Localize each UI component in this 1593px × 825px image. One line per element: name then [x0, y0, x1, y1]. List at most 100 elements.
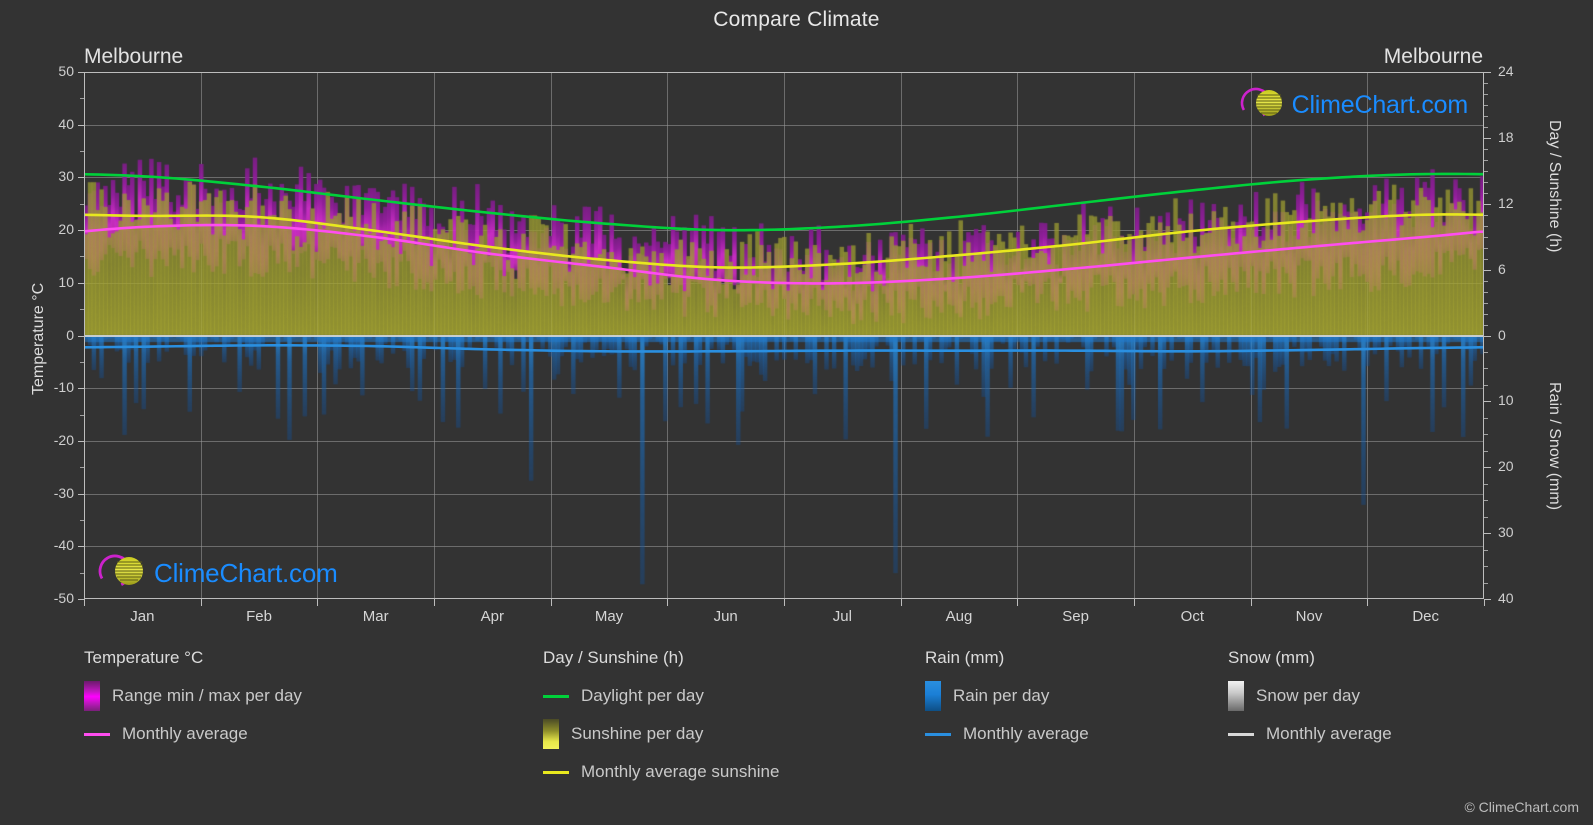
legend-line-swatch: [84, 732, 110, 736]
x-axis-tick-label: Sep: [1062, 608, 1090, 625]
right-axis-bottom-title: Rain / Snow (mm): [1546, 382, 1563, 511]
legend-item-label: Monthly average: [1266, 724, 1392, 743]
legend-item[interactable]: Monthly average: [925, 718, 1089, 750]
city-label-right: Melbourne: [1383, 45, 1483, 68]
right-axis-top-minor-tick: [1484, 324, 1488, 326]
zero-line: [84, 334, 1484, 337]
legend-item-label: Rain per day: [953, 686, 1050, 705]
legend-item[interactable]: Daylight per day: [543, 680, 779, 712]
right-axis-bottom-minor-tick: [1484, 351, 1488, 353]
chart-legend: Temperature °C Range min / max per day Mon…: [0, 648, 1593, 808]
legend-item[interactable]: Monthly average sunshine: [543, 756, 779, 788]
climechart-wordmark-top: ClimeChart.com: [1291, 91, 1469, 119]
climate-chart-page: Compare Climate Melbourne Melbourne Clim…: [0, 0, 1593, 825]
right-axis-top-minor-tick: [1484, 280, 1488, 282]
legend-item-label: Sunshine per day: [571, 724, 704, 743]
legend-item[interactable]: Monthly average: [1228, 718, 1392, 750]
x-axis-tick: [84, 599, 85, 606]
climechart-logo-bottom: ClimeChart.com: [96, 550, 338, 597]
x-axis-tick: [900, 599, 902, 606]
legend-group: Rain (mm) Rain per day Monthly average: [925, 648, 1089, 756]
legend-item-label: Snow per day: [1256, 686, 1360, 705]
x-axis-tick-label: Jan: [130, 608, 155, 625]
left-axis-tick-label: -10: [53, 379, 74, 396]
right-axis-top-minor-tick: [1484, 225, 1488, 227]
x-axis-tick-label: Jul: [832, 608, 852, 625]
right-axis-bottom-minor-tick: [1484, 368, 1488, 370]
right-axis-top-tick: [1484, 72, 1491, 73]
x-axis-tick: [550, 599, 552, 606]
x-axis-tick: [1367, 599, 1369, 606]
right-axis-top-minor-tick: [1484, 170, 1488, 172]
chart-plot-area[interactable]: ClimeChart.com ClimeChart.com: [84, 72, 1484, 599]
right-axis-top-tick: [1484, 335, 1491, 337]
right-axis-bottom-minor-tick: [1484, 549, 1488, 551]
left-axis-tick-label: 10: [58, 273, 74, 290]
right-axis-top-minor-tick: [1484, 93, 1488, 95]
legend-item-label: Range min / max per day: [112, 686, 302, 705]
legend-item[interactable]: Monthly average: [84, 718, 302, 750]
right-axis-top-minor-tick: [1484, 115, 1488, 117]
right-axis-top-minor-tick: [1484, 82, 1488, 84]
left-axis-tick-label: 30: [58, 168, 74, 185]
climechart-mark-icon-2: [96, 550, 152, 597]
right-axis-top-tick: [1484, 269, 1491, 271]
right-axis-top-tick: [1484, 137, 1491, 139]
legend-line-swatch: [1228, 732, 1254, 736]
right-axis-top-minor-tick: [1484, 247, 1488, 249]
x-axis-tick: [317, 599, 319, 606]
right-axis-bottom-minor-tick: [1484, 500, 1488, 502]
legend-group-heading: Snow (mm): [1228, 648, 1315, 667]
right-axis-bottom-tick-label: 30: [1498, 524, 1514, 541]
right-axis-top-title: Day / Sunshine (h): [1546, 120, 1563, 253]
legend-item[interactable]: Range min / max per day: [84, 680, 302, 712]
legend-group-heading: Rain (mm): [925, 648, 1005, 667]
legend-group: Day / Sunshine (h) Daylight per day Sunshi…: [543, 648, 779, 794]
right-axis-top-minor-tick: [1484, 159, 1488, 161]
legend-range-swatch: [543, 719, 559, 749]
climechart-mark-icon: [1238, 84, 1290, 127]
x-axis-tick: [1484, 599, 1485, 606]
right-axis-top-tick-label: 24: [1498, 63, 1514, 79]
left-axis-title: Temperature °C: [30, 282, 47, 395]
legend-line-swatch: [925, 732, 951, 736]
right-axis-bottom-minor-tick: [1484, 483, 1488, 485]
right-axis-bottom-minor-tick: [1484, 450, 1488, 452]
right-axis-bottom-minor-tick: [1484, 434, 1488, 436]
right-axis-bottom-minor-tick: [1484, 417, 1488, 419]
x-axis-tick: [1250, 599, 1252, 606]
right-axis-top-minor-tick: [1484, 126, 1488, 128]
right-axis-top-tick-label: 18: [1498, 128, 1514, 145]
right-axis-top-tick-label: 6: [1498, 260, 1506, 277]
legend-item-label: Monthly average sunshine: [581, 762, 780, 781]
legend-group: Snow (mm) Snow per day Monthly average: [1228, 648, 1392, 756]
x-axis-tick-label: Apr: [480, 608, 504, 625]
legend-item-label: Monthly average: [963, 724, 1089, 743]
left-axis-tick-label: 40: [58, 115, 74, 132]
x-axis-tick-label: Feb: [246, 608, 272, 625]
left-axis-tick-label: 0: [66, 326, 74, 343]
right-axis-top-minor-tick: [1484, 104, 1488, 106]
right-axis-bottom-minor-tick: [1484, 516, 1488, 518]
legend-item[interactable]: Snow per day: [1228, 680, 1392, 712]
legend-group: Temperature °C Range min / max per day Mon…: [84, 648, 302, 756]
x-axis-tick: [667, 599, 669, 606]
right-axis-top-tick-label: 12: [1498, 194, 1514, 211]
right-axis-top-minor-tick: [1484, 214, 1488, 216]
legend-range-swatch: [1228, 681, 1244, 711]
left-axis-tick-label: -20: [53, 431, 74, 448]
right-axis-top-minor-tick: [1484, 258, 1488, 260]
right-axis-bottom-tick: [1484, 599, 1491, 600]
climechart-wordmark-bottom: ClimeChart.com: [154, 558, 338, 588]
x-axis-tick-label: May: [594, 608, 624, 625]
legend-item-label: Daylight per day: [581, 686, 704, 705]
climechart-logo-top: ClimeChart.com: [1238, 84, 1468, 127]
left-axis-tick-label: -50: [53, 590, 74, 606]
right-axis-top-tick: [1484, 203, 1491, 205]
right-axis-top-minor-tick: [1484, 181, 1488, 183]
left-axis-tick-label: -40: [53, 537, 74, 554]
x-axis-tick-label: Oct: [1180, 608, 1204, 625]
right-axis-top-minor-tick: [1484, 192, 1488, 194]
legend-item[interactable]: Rain per day: [925, 680, 1089, 712]
legend-item[interactable]: Sunshine per day: [543, 718, 779, 750]
